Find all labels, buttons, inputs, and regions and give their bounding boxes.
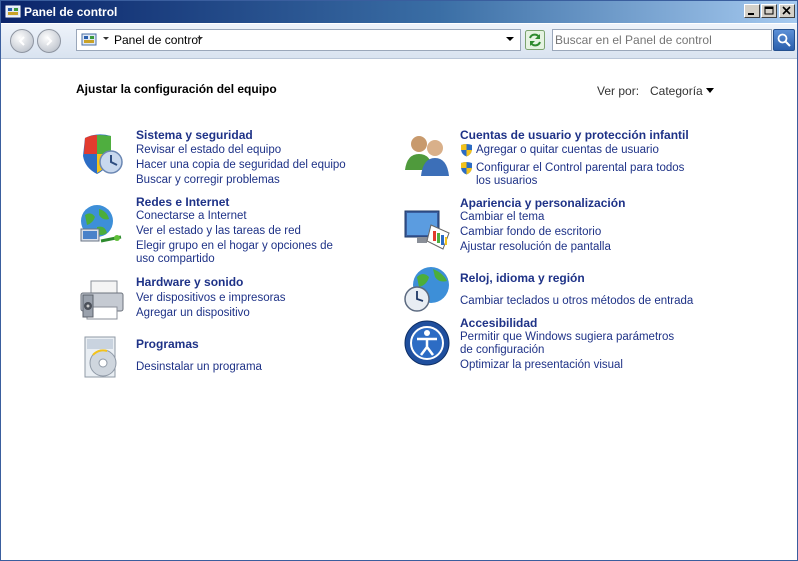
minimize-button[interactable] — [744, 4, 760, 18]
address-bar[interactable]: Panel de control — [76, 29, 521, 51]
title-bar[interactable]: Panel de control — [1, 1, 797, 23]
hardware-sound-icon[interactable] — [77, 277, 125, 325]
search-button[interactable] — [773, 29, 795, 51]
maximize-icon — [764, 6, 774, 15]
category-title-accesibilidad[interactable]: Accesibilidad — [460, 316, 537, 331]
user-accounts-icon[interactable] — [403, 130, 451, 178]
search-input[interactable] — [555, 32, 765, 48]
search-box[interactable] — [552, 29, 772, 51]
category-title-redes-e-internet[interactable]: Redes e Internet — [136, 195, 229, 210]
address-dropdown-icon[interactable] — [506, 34, 514, 44]
navigation-toolbar: Panel de control — [1, 24, 797, 59]
uac-shield-icon — [461, 144, 472, 157]
link-control-parental[interactable]: Configurar el Control parental para todo… — [476, 162, 701, 188]
link-cambiar-teclados[interactable]: Cambiar teclados u otros métodos de entr… — [460, 295, 693, 308]
link-cambiar-tema[interactable]: Cambiar el tema — [460, 211, 544, 224]
category-title-programas[interactable]: Programas — [136, 337, 199, 352]
link-buscar-problemas[interactable]: Buscar y corregir problemas — [136, 174, 280, 187]
link-conectarse-internet[interactable]: Conectarse a Internet — [136, 210, 247, 223]
view-by-dropdown-arrow-icon[interactable] — [706, 88, 714, 94]
forward-arrow-icon — [46, 36, 53, 46]
link-optimizar-presentacion[interactable]: Optimizar la presentación visual — [460, 359, 623, 372]
accessibility-icon[interactable] — [403, 319, 451, 367]
view-by-label: Ver por: — [597, 84, 640, 98]
clock-language-region-icon[interactable] — [403, 265, 451, 313]
search-icon — [777, 33, 791, 47]
category-title-cuentas-usuario[interactable]: Cuentas de usuario y protección infantil — [460, 128, 689, 143]
content-area: Ajustar la configuración del equipo Ver … — [1, 59, 797, 560]
page-heading: Ajustar la configuración del equipo — [76, 82, 277, 96]
link-fondo-escritorio[interactable]: Cambiar fondo de escritorio — [460, 226, 601, 239]
link-agregar-quitar-cuentas[interactable]: Agregar o quitar cuentas de usuario — [476, 144, 659, 157]
control-panel-icon — [81, 33, 97, 46]
link-desinstalar-programa[interactable]: Desinstalar un programa — [136, 361, 262, 374]
network-internet-icon[interactable] — [77, 201, 125, 249]
link-estado-red[interactable]: Ver el estado y las tareas de red — [136, 225, 301, 238]
breadcrumb-panel-de-control[interactable]: Panel de control — [114, 33, 201, 47]
back-button[interactable] — [10, 29, 34, 53]
category-title-reloj-idioma-region[interactable]: Reloj, idioma y región — [460, 271, 585, 286]
view-by-dropdown[interactable]: Categoría — [650, 84, 703, 98]
link-copia-seguridad[interactable]: Hacer una copia de seguridad del equipo — [136, 159, 346, 172]
link-revisar-estado[interactable]: Revisar el estado del equipo — [136, 144, 281, 157]
maximize-button[interactable] — [761, 4, 777, 18]
uac-shield-icon — [461, 162, 472, 175]
link-windows-sugiera[interactable]: Permitir que Windows sugiera parámetros … — [460, 331, 690, 357]
back-arrow-icon — [18, 36, 25, 46]
programs-icon[interactable] — [77, 333, 125, 381]
link-grupo-hogar[interactable]: Elegir grupo en el hogar y opciones de u… — [136, 240, 351, 266]
breadcrumb-arrow-icon[interactable] — [102, 34, 110, 44]
category-title-hardware-y-sonido[interactable]: Hardware y sonido — [136, 275, 243, 290]
system-security-icon[interactable] — [77, 130, 125, 178]
category-title-apariencia[interactable]: Apariencia y personalización — [460, 196, 625, 211]
refresh-button[interactable] — [525, 30, 545, 50]
breadcrumb-chevron-icon[interactable] — [196, 34, 204, 44]
window-title: Panel de control — [24, 5, 118, 19]
minimize-icon — [748, 13, 754, 15]
appearance-icon[interactable] — [403, 205, 451, 253]
close-icon — [782, 6, 791, 15]
link-dispositivos-impresoras[interactable]: Ver dispositivos e impresoras — [136, 292, 286, 305]
link-agregar-dispositivo[interactable]: Agregar un dispositivo — [136, 307, 250, 320]
refresh-icon — [525, 30, 545, 50]
forward-button[interactable] — [37, 29, 61, 53]
category-title-sistema-y-seguridad[interactable]: Sistema y seguridad — [136, 128, 253, 143]
control-panel-window: Panel de control Panel de control Buscar… — [0, 0, 798, 561]
close-button[interactable] — [779, 4, 795, 18]
link-resolucion-pantalla[interactable]: Ajustar resolución de pantalla — [460, 241, 611, 254]
control-panel-icon — [5, 5, 21, 18]
